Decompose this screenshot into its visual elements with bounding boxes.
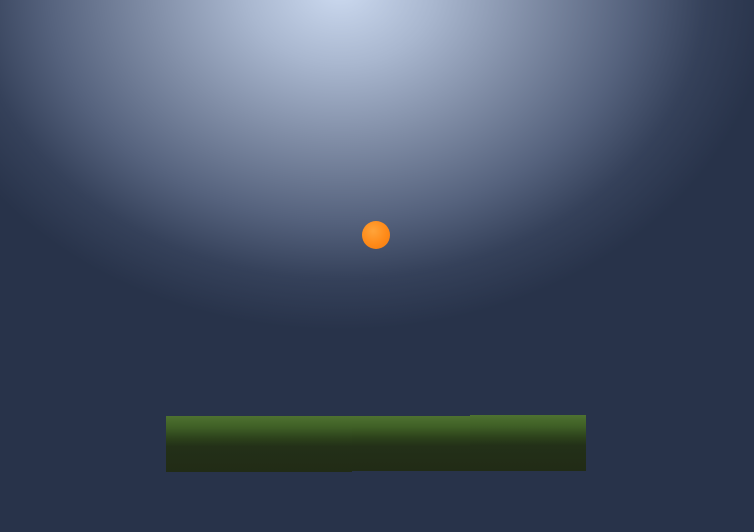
ground-platform-right (470, 415, 586, 471)
ground-platform-left (166, 416, 352, 472)
ground-platform-middle (352, 416, 470, 471)
ball-icon (362, 221, 390, 249)
game-canvas[interactable] (0, 0, 754, 532)
